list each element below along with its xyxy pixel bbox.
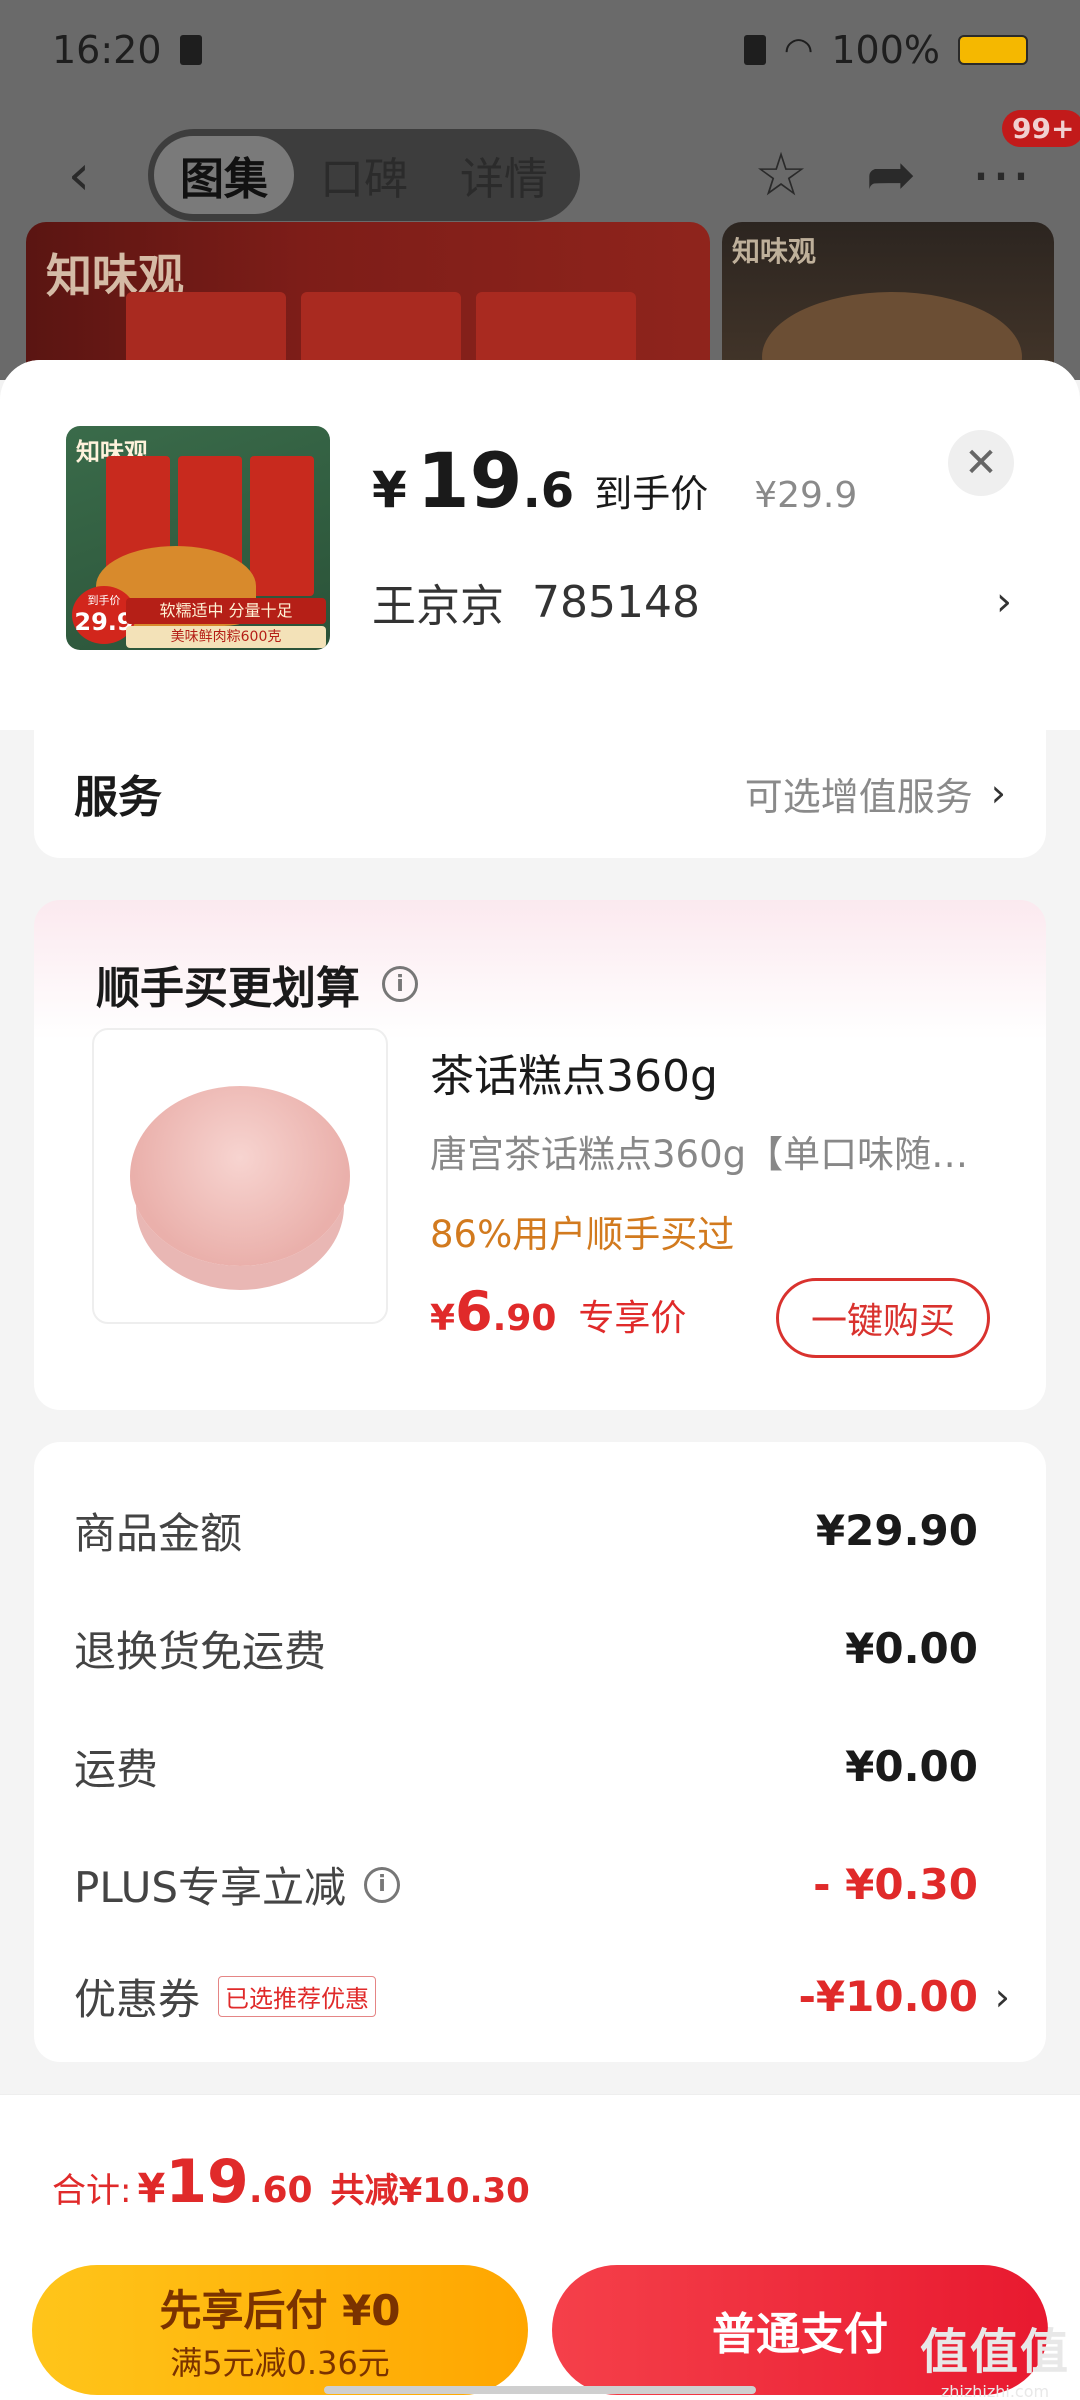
price-integer: 19 — [416, 436, 523, 525]
status-bar: 16:20 ◠ 100% — [0, 0, 1080, 100]
combo-price-label: 专享价 — [578, 1298, 687, 1339]
combo-price: ¥ 6 .90 专享价 — [430, 1280, 686, 1343]
site-watermark: 值值值 zhizhizhi.com — [920, 2312, 1070, 2400]
brand-logo: 知味观 — [732, 235, 817, 268]
summary-label: 运费 — [74, 1745, 159, 1794]
price-label: 到手价 — [594, 472, 709, 516]
wifi-icon: ◠ — [783, 30, 814, 70]
summary-value: - ¥0.30 — [813, 1860, 978, 1909]
chevron-right-icon: › — [994, 1974, 1010, 2019]
combo-item-name[interactable]: 茶话糕点360g — [430, 1040, 718, 1104]
watermark-url: zhizhizhi.com — [940, 2382, 1050, 2400]
chevron-right-icon: › — [996, 579, 1012, 625]
combo-offer-card: 顺手买更划算 i 茶话糕点360g 唐宫茶话糕点360g【单口味随… 86%用户… — [34, 900, 1046, 1410]
top-navigation: ‹ 图集 口碑 详情 ☆ ➦ ⋯ 99+ — [0, 110, 1080, 225]
pay-later-title: 先享后付 ¥0 — [159, 2285, 401, 2335]
cake-image — [130, 1086, 350, 1266]
chevron-right-icon: › — [990, 771, 1006, 815]
summary-row-coupon[interactable]: 优惠券 已选推荐优惠 -¥10.00 › — [74, 1966, 1010, 2027]
info-icon[interactable]: i — [382, 966, 418, 1002]
battery-percent: 100% — [831, 28, 940, 72]
summary-row-plus-discount: PLUS专享立减 i - ¥0.30 — [74, 1854, 1006, 1915]
summary-value: ¥0.00 — [845, 1624, 978, 1673]
battery-icon — [958, 35, 1028, 65]
nav-tab-group: 图集 口碑 详情 — [148, 129, 580, 221]
info-icon[interactable]: i — [364, 1866, 401, 1903]
notification-badge: 99+ — [1002, 110, 1080, 147]
summary-row-goods: 商品金额 ¥29.90 — [74, 1500, 1006, 1561]
thumbnail-strip: 软糯适中 分量十足 — [126, 598, 326, 624]
price-amount: 19.6 — [417, 436, 574, 525]
watermark-text: 值值值 — [920, 2324, 1071, 2380]
clock: 16:20 — [52, 28, 162, 72]
coupon-tag: 已选推荐优惠 — [218, 1976, 377, 2017]
price-decimal: .6 — [522, 463, 575, 519]
combo-item-image[interactable] — [92, 1028, 388, 1324]
order-summary-card: 商品金额 ¥29.90 退换货免运费 ¥0.00 运费 ¥0.00 PLUS专享… — [34, 1442, 1046, 2062]
summary-label: 商品金额 — [74, 1509, 243, 1558]
product-header: 知味观 到手价 29.9 软糯适中 分量十足 美味鲜肉粽600克 ¥ 19.6 … — [0, 360, 1080, 730]
combo-item-description: 唐宫茶话糕点360g【单口味随… — [430, 1133, 969, 1176]
share-icon[interactable]: ➦ — [856, 140, 926, 210]
close-icon: ✕ — [964, 440, 998, 486]
combo-title-text: 顺手买更划算 — [96, 963, 360, 1014]
total-saved: 共减¥10.30 — [330, 2171, 530, 2211]
summary-value: ¥29.90 — [815, 1506, 978, 1555]
original-price: ¥29.9 — [754, 475, 858, 516]
thumbnail-badge-price: 29.9 — [74, 608, 134, 636]
total-symbol: ¥ — [137, 2166, 166, 2212]
combo-price-decimal: .90 — [492, 1298, 557, 1339]
combo-price-symbol: ¥ — [430, 1298, 456, 1339]
favorite-star-icon[interactable]: ☆ — [746, 140, 816, 210]
recipient-code: 785148 — [532, 576, 700, 628]
summary-label: 退换货免运费 — [74, 1627, 327, 1676]
service-value: 可选增值服务 — [744, 774, 973, 819]
combo-purchase-stat: 86%用户顺手买过 — [430, 1213, 735, 1256]
summary-value: -¥10.00 — [798, 1972, 978, 2021]
gallery-image-main[interactable]: 知味观 — [26, 222, 710, 380]
service-row[interactable]: 服务 可选增值服务 › — [34, 728, 1046, 858]
total-label: 合计: — [52, 2171, 132, 2211]
pay-later-button[interactable]: 先享后付 ¥0 满5元减0.36元 — [32, 2265, 528, 2395]
combo-price-integer: 6 — [455, 1280, 493, 1343]
coupon-label: 优惠券 — [74, 1975, 201, 2024]
total-decimal: .60 — [248, 2170, 313, 2211]
thumbnail-strip-2: 美味鲜肉粽600克 — [126, 626, 326, 648]
tab-details[interactable]: 详情 — [434, 136, 574, 214]
recipient-name: 王京京 — [372, 581, 504, 632]
clipboard-icon — [179, 35, 202, 65]
checkout-sheet: 知味观 到手价 29.9 软糯适中 分量十足 美味鲜肉粽600克 ¥ 19.6 … — [0, 360, 1080, 2400]
combo-title: 顺手买更划算 i — [96, 952, 418, 1016]
service-title: 服务 — [74, 772, 162, 823]
recipient-row[interactable]: 王京京 785148 › — [372, 570, 1012, 634]
home-indicator[interactable] — [324, 2386, 756, 2394]
more-icon[interactable]: ⋯ 99+ — [966, 110, 1080, 210]
price-row: ¥ 19.6 到手价 ¥29.9 — [372, 436, 857, 525]
summary-value: ¥0.00 — [845, 1742, 978, 1791]
thumbnail-box — [250, 456, 314, 596]
summary-label: 优惠券 已选推荐优惠 — [74, 1966, 377, 2027]
gallery-image-secondary[interactable]: 知味观 — [722, 222, 1054, 380]
sim-icon — [743, 35, 766, 65]
plus-discount-label: PLUS专享立减 — [74, 1863, 347, 1912]
total-row: 合计: ¥ 19 .60 共减¥10.30 — [52, 2147, 530, 2217]
tab-reviews[interactable]: 口碑 — [294, 136, 434, 214]
product-thumbnail[interactable]: 知味观 到手价 29.9 软糯适中 分量十足 美味鲜肉粽600克 — [66, 426, 330, 650]
total-integer: 19 — [165, 2147, 249, 2217]
close-button[interactable]: ✕ — [948, 430, 1014, 496]
tab-gallery[interactable]: 图集 — [154, 136, 294, 214]
one-click-buy-button[interactable]: 一键购买 — [776, 1278, 990, 1358]
back-icon[interactable]: ‹ — [44, 140, 114, 210]
summary-label: PLUS专享立减 i — [74, 1854, 401, 1915]
pay-later-subtitle: 满5元减0.36元 — [170, 2343, 390, 2382]
checkout-footer: 合计: ¥ 19 .60 共减¥10.30 先享后付 ¥0 满5元减0.36元 … — [0, 2094, 1080, 2400]
price-symbol: ¥ — [372, 461, 407, 519]
summary-row-shipping: 运费 ¥0.00 — [74, 1736, 1006, 1797]
summary-row-return-shipping: 退换货免运费 ¥0.00 — [74, 1618, 1006, 1679]
